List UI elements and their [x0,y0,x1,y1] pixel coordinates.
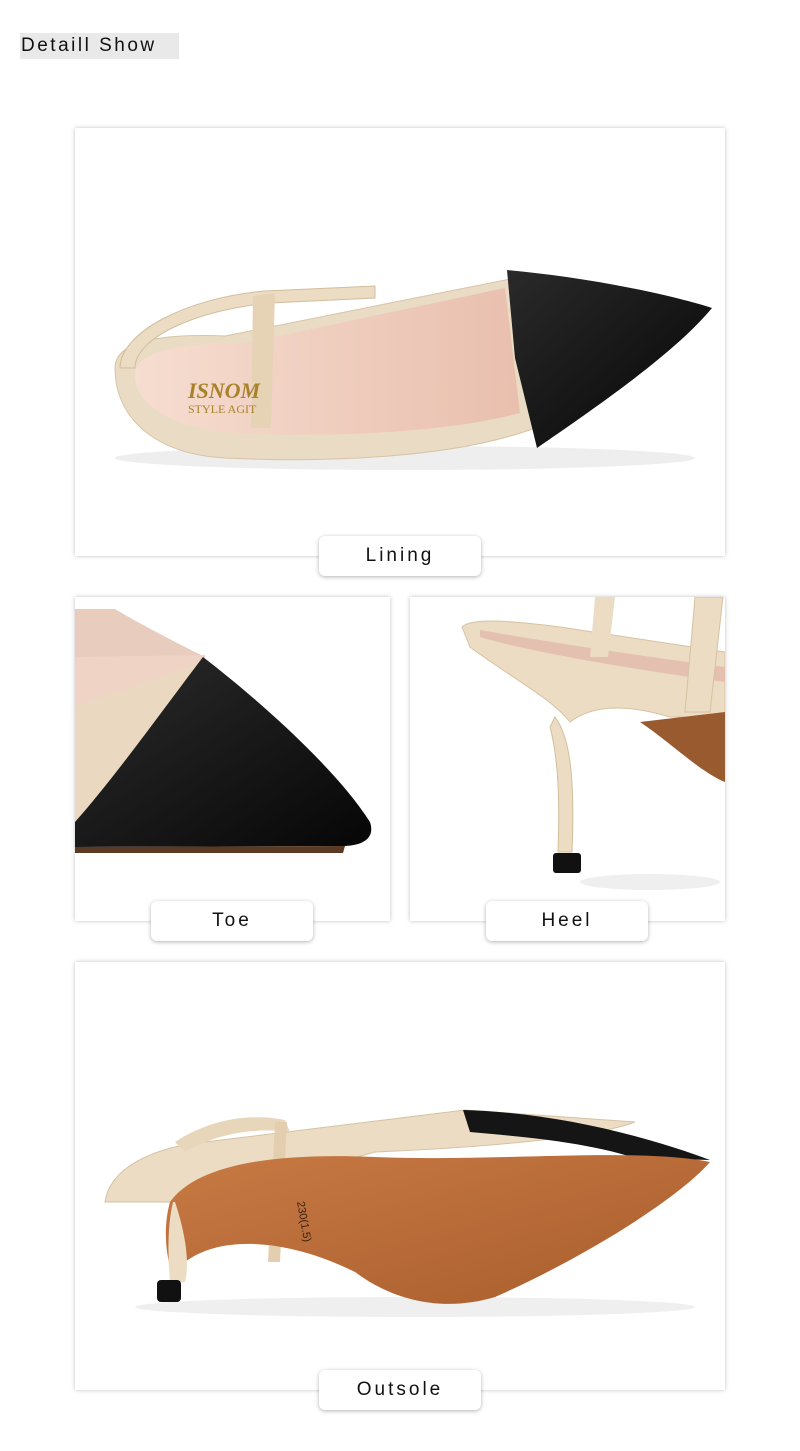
heel-shoe-image [461,597,725,890]
heel-photo [410,597,725,921]
toe-photo [75,597,390,921]
lining-shoe-image: ISNOM STYLE AGIT [114,270,712,470]
outsole-photo: 230(1.5) [75,962,725,1390]
lining-photo: ISNOM STYLE AGIT [75,128,725,556]
lining-label: Lining [319,536,481,576]
insole-brand-text: ISNOM [187,378,262,403]
toe-shoe-image [75,609,372,853]
outsole-label: Outsole [319,1370,481,1410]
toe-label: Toe [151,901,313,941]
outsole-shoe-image: 230(1.5) [104,1109,711,1317]
insole-brand-subtext: STYLE AGIT [188,402,257,416]
section-title: Detaill Show [20,33,179,59]
heel-label: Heel [486,901,648,941]
